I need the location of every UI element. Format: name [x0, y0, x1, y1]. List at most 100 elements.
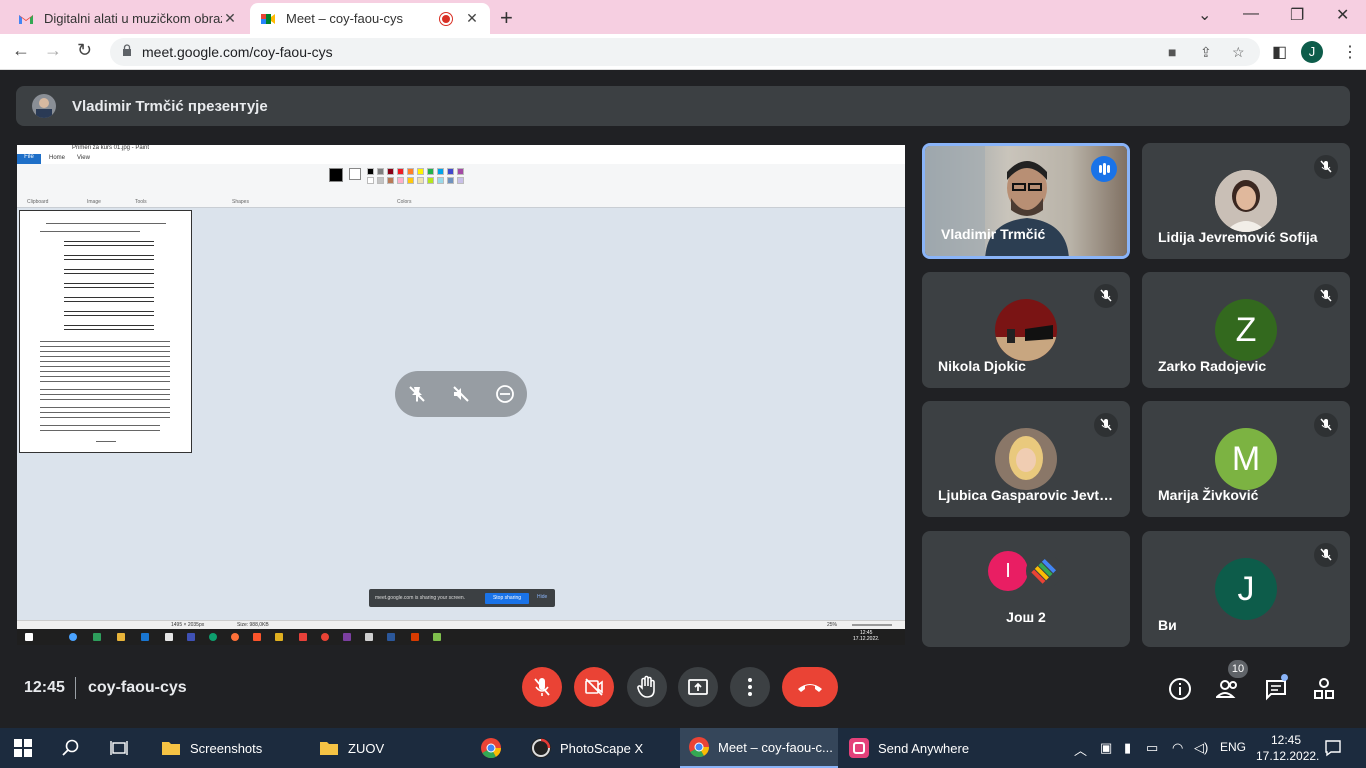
app-icon	[69, 633, 77, 641]
color1-swatch[interactable]	[329, 168, 343, 182]
profile-avatar[interactable]: J	[1301, 41, 1323, 63]
volume-icon[interactable]: ◁)	[1194, 740, 1208, 756]
taskbar-item-screenshots[interactable]: Screenshots	[152, 728, 302, 768]
microphone-toggle-button[interactable]	[522, 667, 562, 707]
avatar	[32, 94, 56, 118]
participant-video	[985, 161, 1069, 256]
paint-menu-file[interactable]: File	[17, 154, 41, 164]
participant-tile[interactable]: Ljubica Gasparovic Jevt…	[922, 401, 1130, 517]
minimize-icon[interactable]: —	[1243, 5, 1259, 23]
language-indicator[interactable]: ENG	[1220, 740, 1246, 754]
hand-icon	[637, 675, 655, 698]
taskbar-item-label: PhotoScape X	[560, 740, 644, 756]
tab-search-icon[interactable]: ⌄	[1198, 5, 1211, 25]
photoscape-icon	[531, 738, 551, 758]
microphone-tray-icon[interactable]: ▮	[1124, 740, 1131, 756]
taskbar-item-photoscape[interactable]: PhotoScape X	[524, 728, 674, 768]
more-participants-tile[interactable]: I Још 2	[922, 531, 1130, 647]
mute-audio-icon[interactable]	[451, 384, 471, 404]
address-bar[interactable]: meet.google.com/coy-faou-cys ■ ⇪ ☆	[110, 38, 1260, 66]
meet-window: Vladimir Trmčić презентује Primeri za ku…	[0, 70, 1366, 728]
self-tile[interactable]: J Ви	[1142, 531, 1350, 647]
back-icon[interactable]: ←	[12, 40, 30, 61]
participant-tile[interactable]: Nikola Djokic	[922, 272, 1130, 388]
ribbon-group-label: Clipboard	[27, 199, 49, 205]
close-tab-icon[interactable]: ✕	[464, 10, 480, 27]
avatar: M	[1215, 428, 1277, 490]
bookmark-star-icon[interactable]: ☆	[1232, 44, 1245, 61]
search-icon[interactable]	[62, 739, 80, 757]
zoom-slider[interactable]	[852, 624, 892, 626]
camera-toggle-button[interactable]	[574, 667, 614, 707]
participant-tile[interactable]: Z Zarko Radojevic	[1142, 272, 1350, 388]
tab-gmail[interactable]: Digitalni alati u muzičkom obrazo ✕	[8, 3, 248, 34]
paint-menu-bar: File Home View	[17, 154, 905, 164]
reload-icon[interactable]: ↻	[77, 40, 92, 61]
divider	[75, 677, 76, 699]
wifi-icon[interactable]: ◠	[1172, 740, 1183, 756]
participant-tile[interactable]: Vladimir Trmčić	[922, 143, 1130, 259]
participant-tile[interactable]: Lidija Jevremović Sofija	[1142, 143, 1350, 259]
restore-icon[interactable]: ❐	[1290, 5, 1304, 25]
document-image	[19, 210, 192, 453]
participant-name: Ви	[1158, 617, 1177, 633]
paint-menu-home[interactable]: Home	[49, 155, 65, 161]
remove-icon[interactable]	[495, 384, 515, 404]
forward-icon[interactable]: →	[44, 40, 62, 61]
people-count-badge: 10	[1228, 660, 1248, 678]
app-icon	[433, 633, 441, 641]
mic-off-icon	[1094, 413, 1118, 437]
firefox-icon	[231, 633, 239, 641]
unpin-icon[interactable]	[407, 384, 427, 404]
more-options-button[interactable]	[730, 667, 770, 707]
tab-title: Meet – coy-faou-cys	[286, 11, 404, 26]
stop-sharing-button[interactable]: Stop sharing	[485, 593, 529, 604]
paint-menu-view[interactable]: View	[77, 155, 90, 161]
participant-name: Vladimir Trmčić	[941, 226, 1046, 242]
show-hidden-icons-icon[interactable]: ︿	[1074, 740, 1087, 759]
participant-tile[interactable]: M Marija Živković	[1142, 401, 1350, 517]
close-window-icon[interactable]: ✕	[1336, 5, 1349, 25]
app-icon	[93, 633, 101, 641]
color2-swatch[interactable]	[349, 168, 361, 180]
avatar	[1215, 170, 1277, 232]
taskbar-item-meet[interactable]: Meet – coy-faou-c...	[680, 728, 838, 768]
taskbar-item-chrome[interactable]	[470, 728, 516, 768]
taskbar-item-send-anywhere[interactable]: Send Anywhere	[842, 728, 992, 768]
tab-meet[interactable]: Meet – coy-faou-cys ✕	[250, 3, 490, 34]
mic-off-icon	[1314, 543, 1338, 567]
taskbar-clock[interactable]: 12:45 17.12.2022.	[1256, 732, 1319, 764]
send-anywhere-icon	[849, 738, 869, 758]
people-icon[interactable]	[1216, 677, 1240, 701]
app-icon	[275, 633, 283, 641]
browser-menu-icon[interactable]: ⋮	[1342, 42, 1358, 62]
tab-title: Digitalni alati u muzičkom obrazo	[44, 11, 222, 26]
present-screen-button[interactable]	[678, 667, 718, 707]
battery-icon[interactable]: ▭	[1146, 740, 1158, 756]
notification-center-icon[interactable]	[1324, 739, 1342, 757]
task-view-icon[interactable]	[110, 739, 128, 757]
new-tab-button[interactable]: +	[500, 5, 513, 31]
raise-hand-button[interactable]	[627, 667, 667, 707]
windows-start-icon[interactable]	[14, 739, 32, 757]
chrome-icon	[689, 737, 710, 758]
tile-controls-overlay	[395, 371, 527, 417]
ribbon-group-label: Colors	[397, 199, 412, 205]
activities-icon[interactable]	[1312, 677, 1336, 701]
camera-icon[interactable]: ■	[1168, 44, 1176, 60]
app-icon	[343, 633, 351, 641]
edge-icon	[209, 633, 217, 641]
participant-name: Marija Živković	[1158, 487, 1259, 503]
shared-date: 17.12.2022.	[853, 636, 880, 642]
share-icon[interactable]: ⇪	[1200, 44, 1212, 61]
hide-notice-link[interactable]: Hide	[537, 594, 547, 600]
network-drive-icon[interactable]: ▣	[1100, 740, 1112, 756]
leave-call-button[interactable]	[782, 667, 838, 707]
ribbon-group-label: Image	[87, 199, 101, 205]
mic-off-icon	[534, 678, 550, 696]
taskbar-item-zuov[interactable]: ZUOV	[310, 728, 460, 768]
side-panel-icon[interactable]: ◧	[1272, 42, 1287, 62]
meeting-details-icon[interactable]	[1168, 677, 1192, 701]
folder-icon	[320, 742, 338, 755]
close-tab-icon[interactable]: ✕	[222, 10, 238, 27]
